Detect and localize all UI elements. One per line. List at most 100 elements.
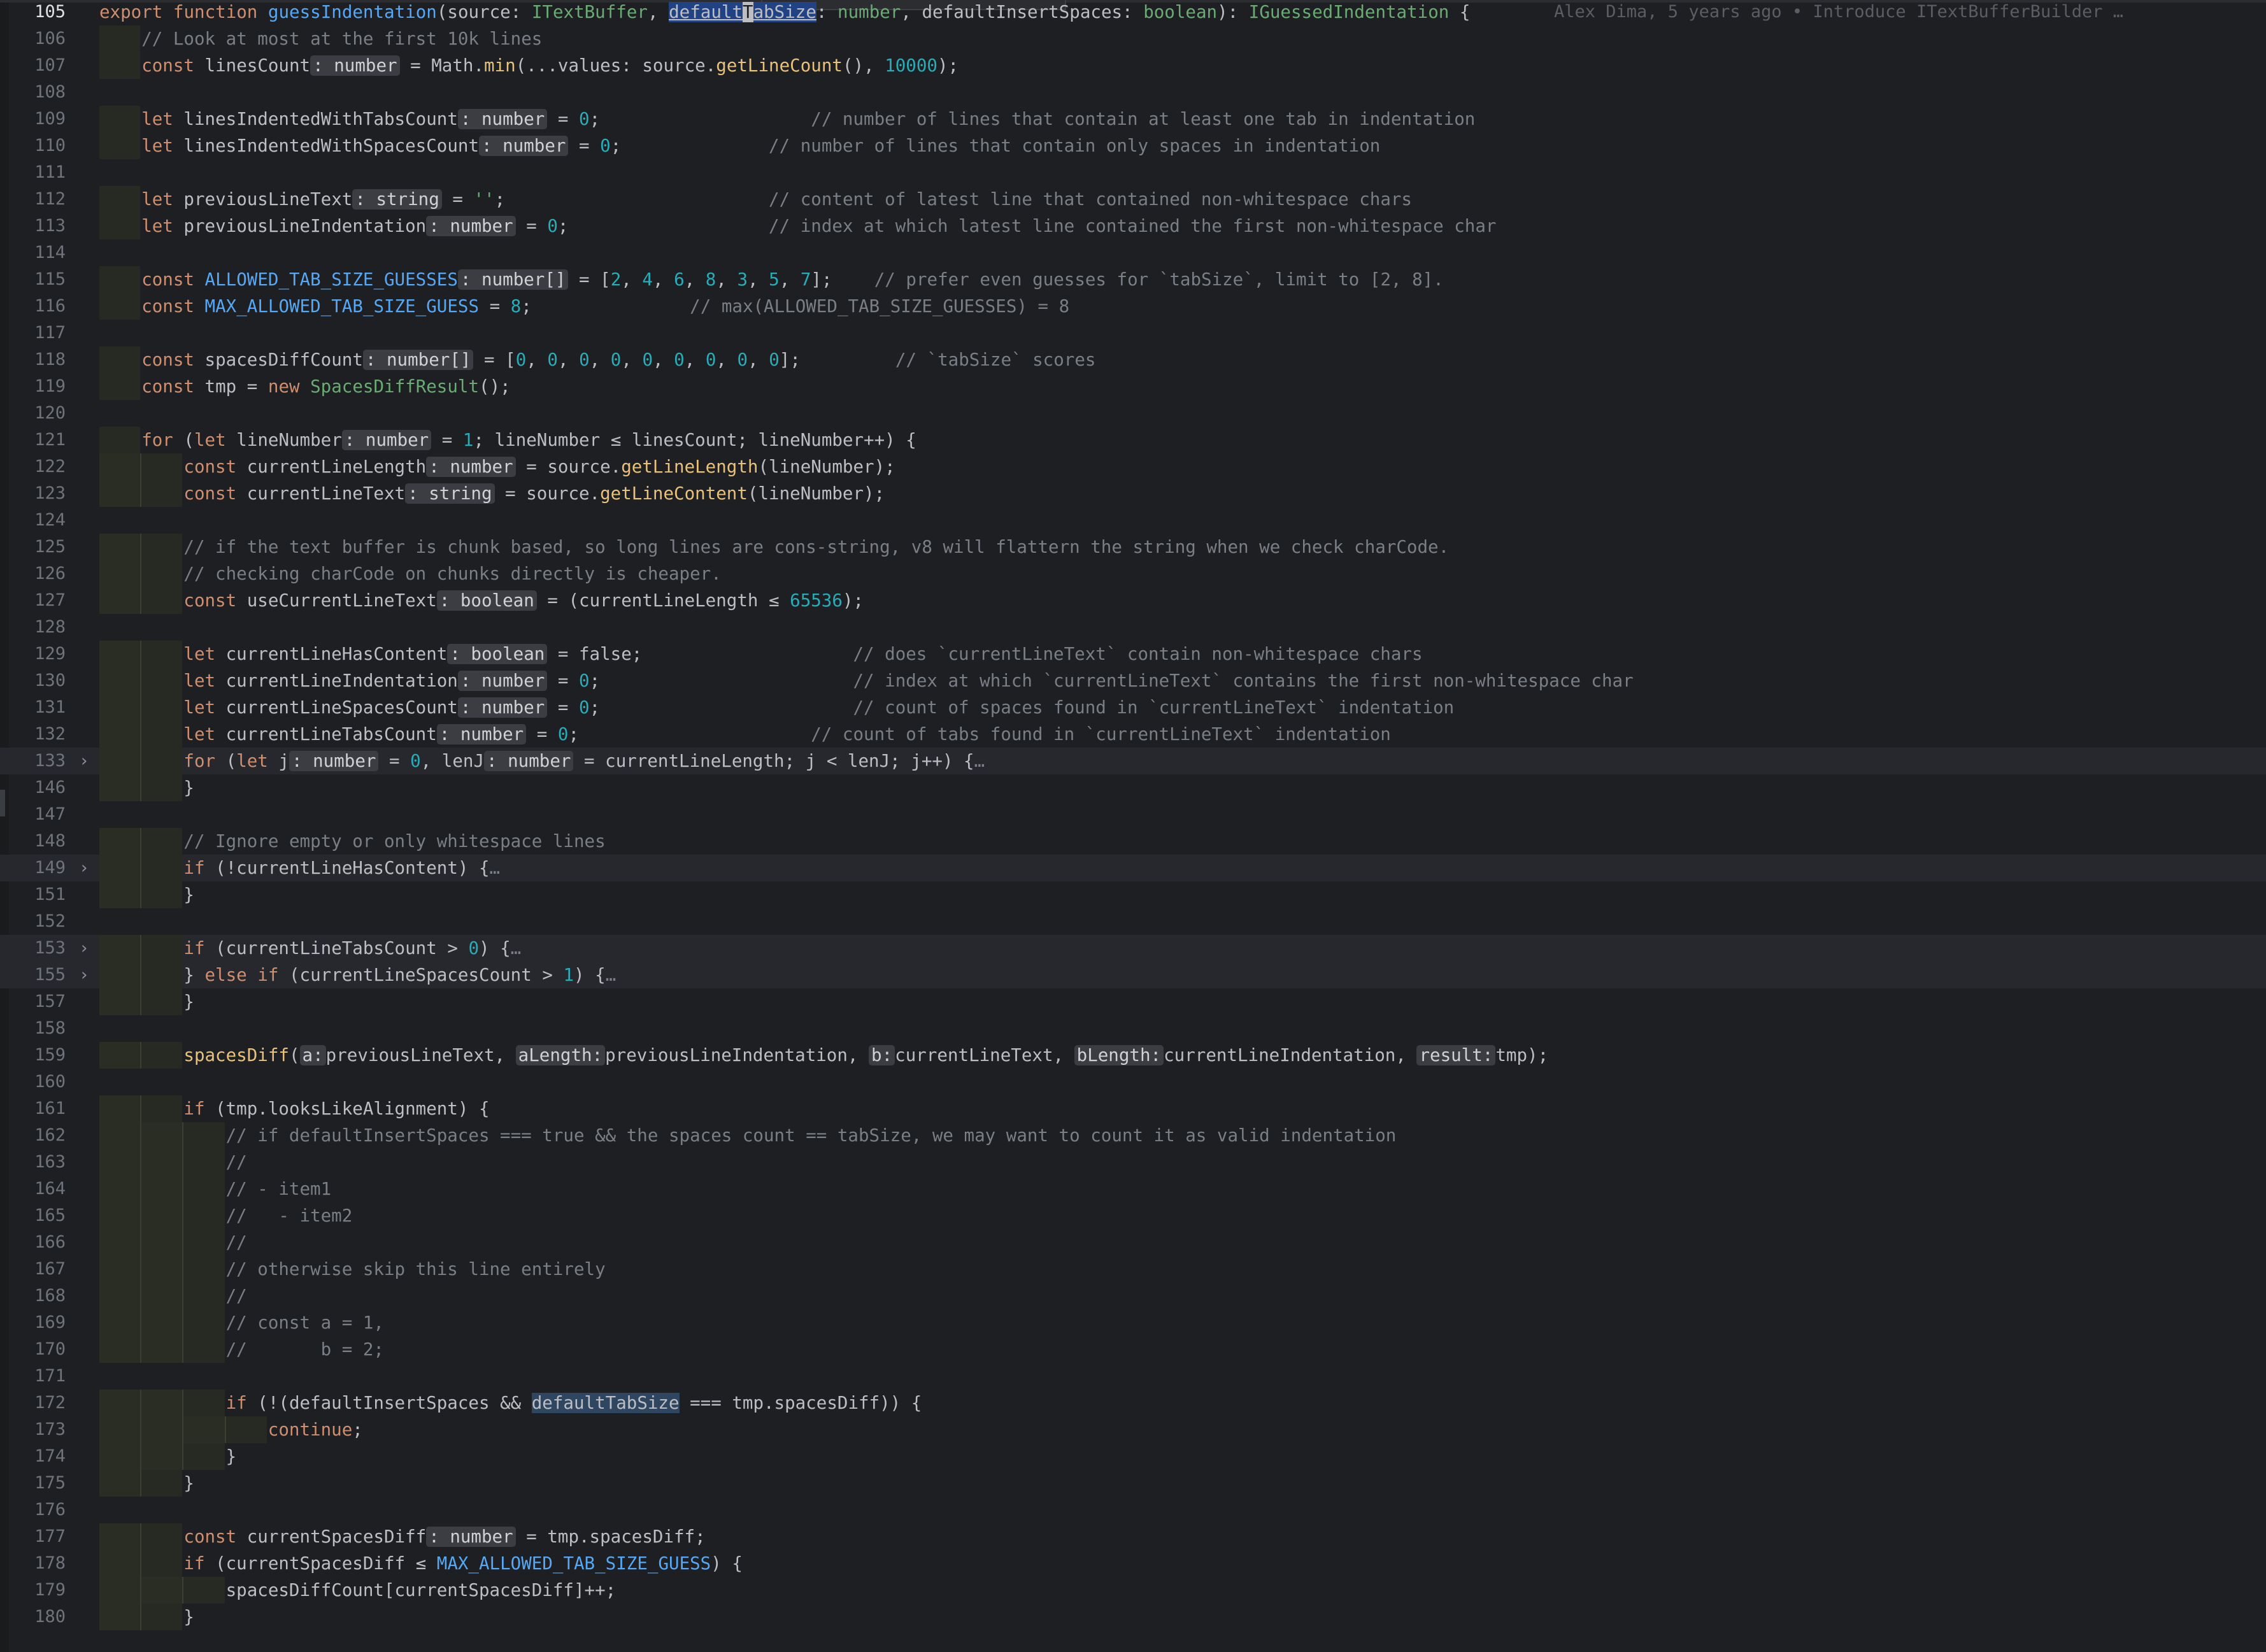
code-line[interactable]: 172 if (!(defaultInsertSpaces && defaultT… — [0, 1390, 2266, 1416]
code-line[interactable]: 165 // - item2 — [0, 1202, 2266, 1229]
code-line[interactable]: 173 continue; — [0, 1416, 2266, 1443]
code-line[interactable]: 110 let linesIndentedWithSpacesCount: num… — [0, 132, 2266, 159]
code-line[interactable]: 118 const spacesDiffCount: number[] = [0,… — [0, 346, 2266, 373]
code-line[interactable]: 177 const currentSpacesDiff: number = tmp… — [0, 1523, 2266, 1550]
indent-guide — [141, 1283, 184, 1309]
indent-guide — [99, 988, 142, 1015]
code-line[interactable]: 124 — [0, 507, 2266, 534]
line-number: 121 — [34, 430, 66, 450]
code-line[interactable]: 166 // — [0, 1229, 2266, 1256]
code-line[interactable]: 180} — [0, 1604, 2266, 1630]
code-line[interactable]: 126 // checking charCode on chunks direct… — [0, 560, 2266, 587]
code-line[interactable]: 125 // if the text buffer is chunk based,… — [0, 534, 2266, 560]
code-line[interactable]: 122 const currentLineLength: number = sou… — [0, 453, 2266, 480]
git-blame-annotation[interactable]: Alex Dima, 5 years ago • Introduce IText… — [1554, 0, 2123, 25]
code-line[interactable]: 175} — [0, 1470, 2266, 1497]
code-line[interactable]: 168 // — [0, 1283, 2266, 1309]
code-comment: // — [225, 1152, 247, 1172]
code-line[interactable]: 149 › if (!currentLineHasContent) {… — [0, 855, 2266, 881]
code-text: let linesIndentedWithSpacesCount: number… — [141, 136, 1381, 156]
code-line[interactable]: 160 — [0, 1069, 2266, 1095]
code-text: export function guessIndentation(source:… — [99, 2, 1471, 22]
code-text: for (let lineNumber: number = 1; lineNum… — [141, 430, 916, 450]
code-line[interactable]: 116 const MAX_ALLOWED_TAB_SIZE_GUESS = 8;… — [0, 293, 2266, 320]
code-line[interactable]: 146} — [0, 774, 2266, 801]
fold-chevron-icon[interactable]: › — [75, 855, 93, 881]
code-line[interactable]: 159 spacesDiff(a: previousLineText, aLengt… — [0, 1042, 2266, 1069]
code-line[interactable]: 131 let currentLineSpacesCount: number = … — [0, 694, 2266, 721]
code-line[interactable]: 127 const useCurrentLineText: boolean = (… — [0, 587, 2266, 614]
code-line[interactable]: 162 // if defaultInsertSpaces === true &&… — [0, 1122, 2266, 1149]
type-hint: : number — [426, 1527, 516, 1547]
code-line[interactable]: 152 — [0, 908, 2266, 935]
code-line[interactable]: 117 — [0, 320, 2266, 346]
code-line[interactable]: 112 let previousLineText: string = ''; //… — [0, 186, 2266, 213]
indent-guide — [99, 667, 142, 694]
type-hint: : number — [436, 724, 527, 744]
type-hint: : number — [457, 109, 548, 129]
code-line[interactable]: 105 export function guessIndentation(sour… — [0, 0, 2266, 25]
code-line[interactable]: 148 // Ignore empty or only whitespace li… — [0, 828, 2266, 855]
code-line[interactable]: 128 — [0, 614, 2266, 641]
code-line[interactable]: 153 › if (currentLineTabsCount > 0) {… — [0, 935, 2266, 962]
code-line[interactable]: 171 — [0, 1363, 2266, 1390]
code-text: if (tmp.looksLikeAlignment) { — [183, 1099, 490, 1119]
indent-guide — [99, 1604, 142, 1630]
code-line[interactable]: 169 // const a = 1, — [0, 1309, 2266, 1336]
code-editor[interactable]: 105 export function guessIndentation(sour… — [0, 0, 2266, 1652]
line-number: 114 — [34, 243, 66, 262]
code-line[interactable]: 155 ›} else if (currentLineSpacesCount > … — [0, 962, 2266, 988]
indent-guide — [99, 828, 142, 855]
code-line[interactable]: 130 let currentLineIndentation: number = … — [0, 667, 2266, 694]
code-text: } — [183, 992, 194, 1012]
code-line[interactable]: 164 // - item1 — [0, 1176, 2266, 1202]
code-line[interactable]: 123 const currentLineText: string = sourc… — [0, 480, 2266, 507]
code-line[interactable]: 161 if (tmp.looksLikeAlignment) { — [0, 1095, 2266, 1122]
indent-guide — [99, 1523, 142, 1550]
code-line[interactable]: 120 — [0, 400, 2266, 427]
code-line[interactable]: 129 let currentLineHasContent: boolean = … — [0, 641, 2266, 667]
indent-guide — [183, 1283, 225, 1309]
code-text: const spacesDiffCount: number[] = [0, 0,… — [141, 350, 1096, 370]
code-line[interactable]: 121 for (let lineNumber: number = 1; line… — [0, 427, 2266, 453]
code-line[interactable]: 170 // b = 2; — [0, 1336, 2266, 1363]
code-line[interactable]: 174} — [0, 1443, 2266, 1470]
code-line[interactable]: 158 — [0, 1015, 2266, 1042]
indent-guide — [141, 480, 183, 507]
code-text: let linesIndentedWithTabsCount: number =… — [141, 109, 1476, 129]
indent-guide — [99, 721, 142, 748]
fold-chevron-icon[interactable]: › — [75, 748, 93, 774]
code-line[interactable]: 151} — [0, 881, 2266, 908]
fold-chevron-icon[interactable]: › — [75, 935, 93, 962]
indent-guide — [141, 1229, 184, 1256]
code-line[interactable]: 167 // otherwise skip this line entirely — [0, 1256, 2266, 1283]
code-line[interactable]: 113 let previousLineIndentation: number =… — [0, 213, 2266, 239]
code-line[interactable]: 106 // Look at most at the first 10k line… — [0, 25, 2266, 52]
indent-guide — [141, 1550, 183, 1577]
indent-guide — [183, 1149, 225, 1176]
code-line[interactable]: 133 › for (let j: number = 0, lenJ: number… — [0, 748, 2266, 774]
code-line[interactable]: 179 spacesDiffCount[currentSpacesDiff]++; — [0, 1577, 2266, 1604]
code-text: let currentLineIndentation: number = 0; … — [183, 671, 1634, 691]
code-line[interactable]: 163 // — [0, 1149, 2266, 1176]
code-line[interactable]: 114 — [0, 239, 2266, 266]
code-line[interactable]: 108 — [0, 79, 2266, 106]
line-number: 124 — [34, 510, 66, 530]
code-line[interactable]: 119 const tmp = new SpacesDiffResult(); — [0, 373, 2266, 400]
code-line[interactable]: 111 — [0, 159, 2266, 186]
code-text: // — [226, 1283, 247, 1309]
code-line[interactable]: 132 let currentLineTabsCount: number = 0;… — [0, 721, 2266, 748]
code-line[interactable]: 107 const linesCount: number = Math.min(.… — [0, 52, 2266, 79]
indent-guide — [99, 1149, 142, 1176]
code-line[interactable]: 115 const ALLOWED_TAB_SIZE_GUESSES: numbe… — [0, 266, 2266, 293]
code-line[interactable]: 178 if (currentSpacesDiff ≤ MAX_ALLOWED_T… — [0, 1550, 2266, 1577]
code-line[interactable]: 176 — [0, 1497, 2266, 1523]
code-text: // - item1 — [226, 1176, 332, 1202]
code-line[interactable]: 109 let linesIndentedWithTabsCount: numbe… — [0, 106, 2266, 132]
code-line[interactable]: 157} — [0, 988, 2266, 1015]
fold-chevron-icon[interactable]: › — [75, 962, 93, 988]
code-line[interactable]: 147 — [0, 801, 2266, 828]
param-hint: result: — [1416, 1045, 1496, 1065]
line-number: 112 — [34, 189, 66, 209]
indent-guide — [99, 855, 142, 881]
